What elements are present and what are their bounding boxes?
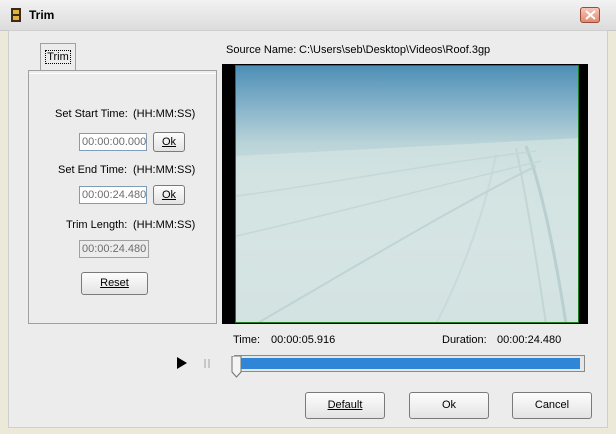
video-preview[interactable]	[222, 64, 588, 324]
trim-dialog: Trim Trim Set Start Time: (HH:MM:SS) 00:…	[0, 0, 616, 434]
start-time-format: (HH:MM:SS)	[133, 108, 196, 120]
ok-label: Ok	[441, 399, 457, 411]
end-time-input[interactable]: 00:00:24.480	[79, 186, 147, 204]
pause-icon	[204, 359, 210, 368]
timeline-selection	[241, 358, 580, 369]
window-title: Trim	[29, 8, 55, 22]
duration-label: Duration:	[442, 334, 487, 346]
default-button[interactable]: Default	[305, 392, 385, 419]
start-ok-label: Ok	[161, 136, 177, 148]
play-icon[interactable]	[176, 357, 188, 369]
video-frame	[235, 65, 579, 323]
panel-highlight	[29, 73, 216, 74]
end-ok-label: Ok	[161, 189, 177, 201]
close-button[interactable]	[580, 7, 600, 23]
source-name-label: Source Name:	[226, 44, 297, 56]
trim-length-field: 00:00:24.480	[79, 240, 149, 258]
close-icon	[585, 10, 596, 20]
cancel-button[interactable]: Cancel	[512, 392, 592, 419]
ok-button[interactable]: Ok	[409, 392, 489, 419]
tab-trim-label: Trim	[45, 50, 71, 64]
video-frame-image	[236, 138, 578, 322]
cancel-label: Cancel	[534, 399, 570, 411]
start-time-input[interactable]: 00:00:00.000	[79, 133, 147, 151]
reset-button[interactable]: Reset	[81, 272, 148, 295]
duration-value: 00:00:24.480	[497, 334, 562, 346]
timeline-slider[interactable]	[234, 355, 585, 372]
default-label: Default	[327, 399, 363, 411]
trim-length-format: (HH:MM:SS)	[133, 219, 196, 231]
reset-label: Reset	[100, 277, 129, 289]
time-label: Time:	[233, 334, 261, 346]
start-ok-button[interactable]: Ok	[153, 132, 185, 152]
end-ok-button[interactable]: Ok	[153, 185, 185, 205]
tab-trim[interactable]: Trim	[40, 43, 76, 70]
title-bar: Trim	[0, 0, 616, 31]
app-icon	[11, 8, 21, 22]
timeline-thumb[interactable]	[231, 356, 242, 378]
end-time-format: (HH:MM:SS)	[133, 164, 196, 176]
source-name-value: C:\Users\seb\Desktop\Videos\Roof.3gp	[299, 44, 491, 56]
time-value: 00:00:05.916	[271, 334, 336, 346]
trim-length-label: Trim Length:	[66, 219, 128, 231]
start-time-label: Set Start Time:	[55, 108, 128, 120]
end-time-label: Set End Time:	[58, 164, 128, 176]
